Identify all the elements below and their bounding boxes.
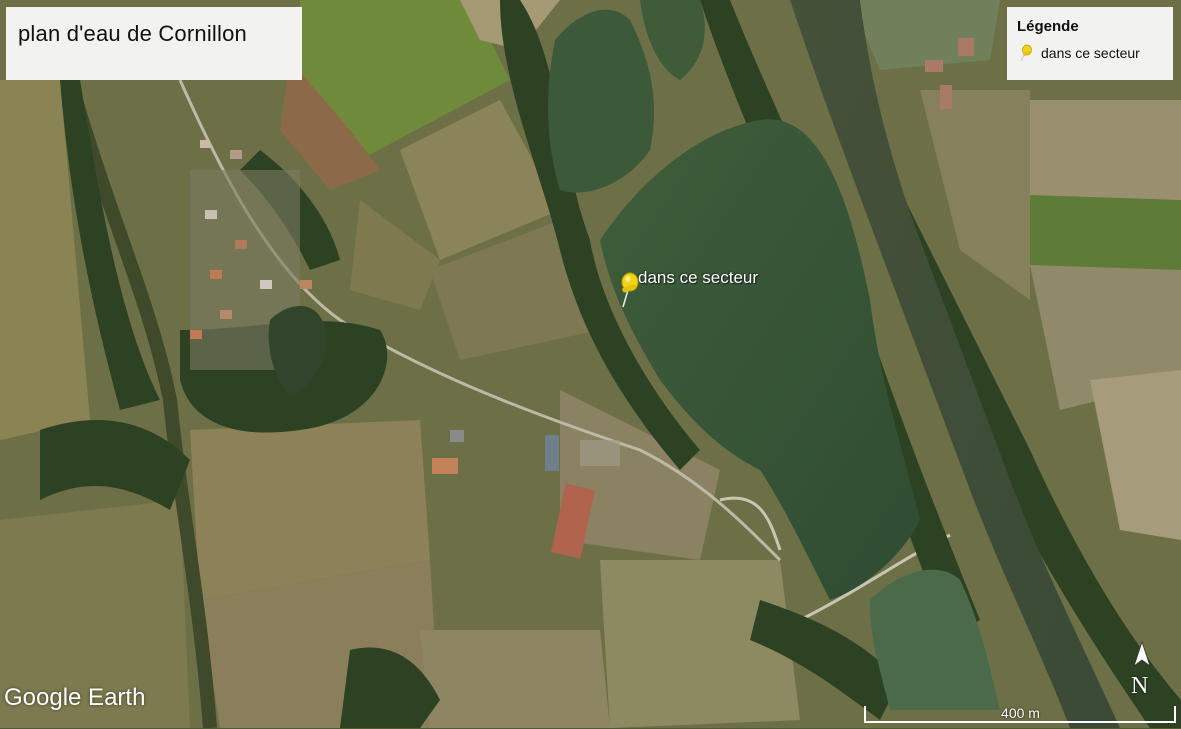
google-earth-logo: Google Earth: [4, 684, 146, 711]
scale-bar: 400 m: [864, 702, 1177, 724]
map-title: plan d'eau de Cornillon: [18, 21, 247, 46]
yellow-pushpin-icon: [1020, 44, 1032, 62]
legend-item-label: dans ce secteur: [1041, 45, 1140, 61]
title-box: plan d'eau de Cornillon: [6, 7, 302, 80]
legend-panel: Légende dans ce secteur: [1007, 7, 1173, 80]
placemark-label[interactable]: dans ce secteur: [638, 268, 758, 288]
scale-label: 400 m: [1001, 705, 1040, 721]
satellite-map[interactable]: [0, 0, 1181, 728]
legend-item: dans ce secteur: [1017, 44, 1163, 62]
legend-title: Légende: [1017, 18, 1079, 35]
north-label: N: [1131, 673, 1149, 699]
